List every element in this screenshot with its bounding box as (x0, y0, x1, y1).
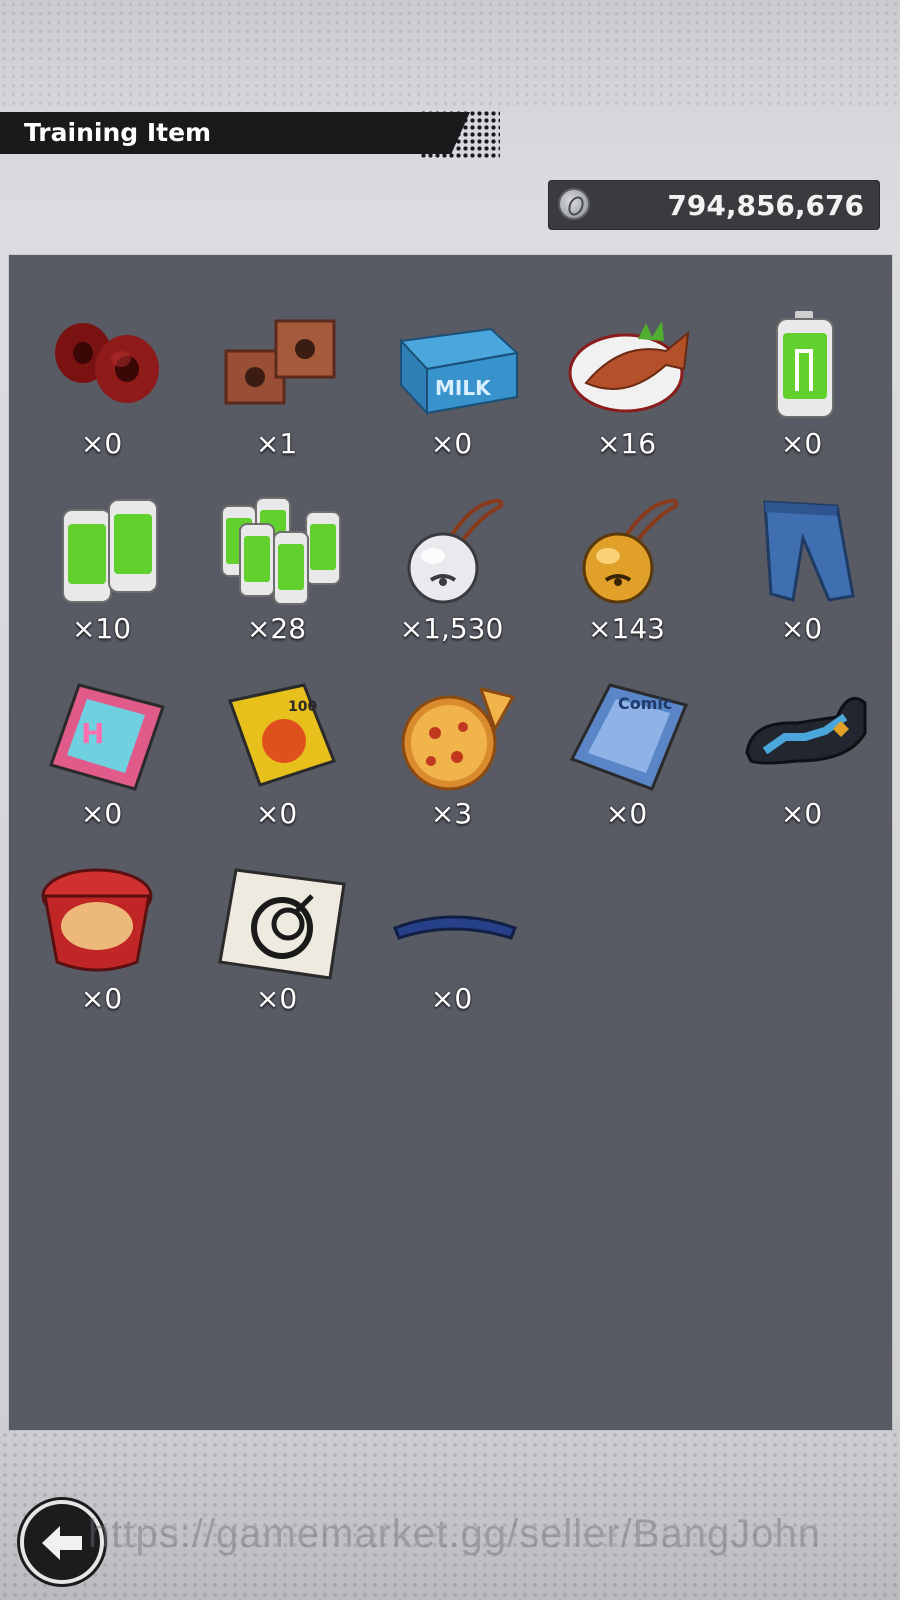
back-arrow-icon (42, 1526, 82, 1560)
item-count: ×0 (255, 982, 298, 1015)
item-slot[interactable]: ×28 (189, 440, 364, 645)
item-slot[interactable]: 100 ×0 (189, 625, 364, 830)
battery-icon (741, 311, 871, 421)
grilled-fish-icon (566, 311, 696, 421)
item-slot[interactable]: H ×0 (14, 625, 189, 830)
book-yellow-icon: 100 (216, 681, 346, 791)
battery-pack-icon (216, 496, 346, 606)
item-slot[interactable]: ×1,530 (364, 440, 539, 645)
item-slot[interactable]: ×0 (364, 810, 539, 1015)
item-grid-panel: ×0 ×1 MILK ×0 ×16 ×0 ×10 ×28 ×1,530 ×143… (9, 255, 892, 1430)
item-count: ×0 (605, 797, 648, 830)
page-title: Training Item (24, 118, 212, 147)
svg-text:H: H (81, 717, 104, 750)
item-slot[interactable]: ×3 (364, 625, 539, 830)
silver-bell-icon (391, 496, 521, 606)
red-weights-icon (41, 311, 171, 421)
pizza-icon (391, 681, 521, 791)
item-slot[interactable]: ×0 (714, 255, 889, 460)
cup-noodle-icon (41, 866, 171, 976)
magazine-pink-icon: H (41, 681, 171, 791)
copper-weights-icon (216, 311, 346, 421)
comic-book-icon: Comic (566, 681, 696, 791)
item-count: ×0 (780, 797, 823, 830)
item-slot[interactable]: ×0 (714, 625, 889, 830)
svg-text:MILK: MILK (435, 376, 492, 400)
currency-display: 794,856,676 (548, 180, 880, 230)
item-slot[interactable]: MILK ×0 (364, 255, 539, 460)
item-slot[interactable]: ×0 (189, 810, 364, 1015)
item-slot[interactable]: ×1 (189, 255, 364, 460)
svg-text:100: 100 (288, 699, 317, 715)
background-halftone-top (0, 0, 900, 110)
capsule-card-icon (216, 866, 346, 980)
headband-icon (391, 866, 521, 976)
watermark-text: https://gamemarket.gg/seller/BangJohn (88, 1512, 821, 1556)
milk-crate-icon: MILK (391, 311, 521, 421)
item-count: ×0 (430, 982, 473, 1015)
item-slot[interactable]: ×0 (14, 255, 189, 460)
svg-text:Comic: Comic (618, 694, 672, 713)
item-slot[interactable]: ×10 (14, 440, 189, 645)
zeni-coin-icon (558, 188, 590, 220)
currency-value: 794,856,676 (667, 189, 864, 222)
armband-icon (741, 681, 871, 791)
gold-bell-icon (566, 496, 696, 606)
item-slot[interactable]: Comic ×0 (539, 625, 714, 830)
title-banner-dots (420, 110, 500, 158)
item-slot[interactable]: ×143 (539, 440, 714, 645)
item-slot[interactable]: ×0 (14, 810, 189, 1015)
item-slot[interactable]: ×16 (539, 255, 714, 460)
jeans-icon (741, 496, 871, 606)
item-count: ×0 (80, 982, 123, 1015)
double-battery-icon (41, 496, 171, 606)
item-slot[interactable]: ×0 (714, 440, 889, 645)
